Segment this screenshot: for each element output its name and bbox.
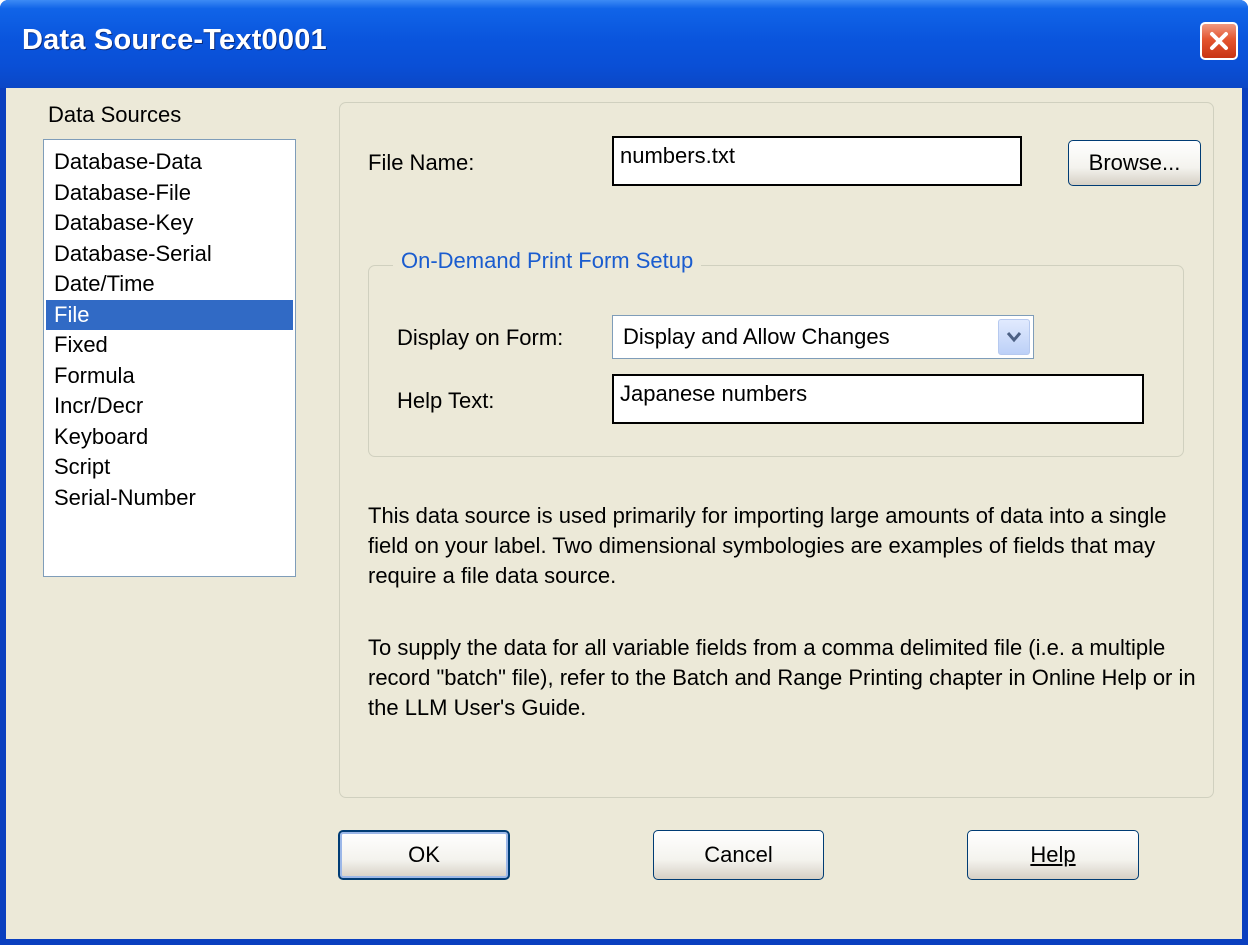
data-sources-label: Data Sources <box>48 102 182 127</box>
file-name-label: File Name: <box>368 150 475 175</box>
source-item-fixed[interactable]: Fixed <box>46 330 293 361</box>
source-item-keyboard[interactable]: Keyboard <box>46 422 293 453</box>
source-item-script[interactable]: Script <box>46 452 293 483</box>
source-item-file[interactable]: File <box>46 299 293 330</box>
source-item-date-time[interactable]: Date/Time <box>46 269 293 300</box>
display-on-form-value: Display and Allow Changes <box>623 324 890 349</box>
source-item-database-serial[interactable]: Database-Serial <box>46 239 293 270</box>
help-text-field[interactable]: Japanese numbers <box>612 374 1144 424</box>
dialog-client-area: Data Sources Database-Data Database-File… <box>6 88 1242 939</box>
display-on-form-label: Display on Form: <box>397 325 564 350</box>
dropdown-arrow-button[interactable] <box>998 319 1030 355</box>
description-paragraph-2: To supply the data for all variable fiel… <box>368 635 1196 720</box>
on-demand-groupbox: On-Demand Print Form Setup Display on Fo… <box>368 248 1184 457</box>
file-name-field[interactable]: numbers.txt <box>612 136 1022 186</box>
title-bar[interactable]: Data Source-Text0001 <box>0 0 1248 88</box>
data-sources-list[interactable]: Database-Data Database-File Database-Key… <box>43 139 296 577</box>
ok-button[interactable]: OK <box>338 830 510 880</box>
close-button[interactable] <box>1200 22 1238 60</box>
source-item-database-data[interactable]: Database-Data <box>46 147 293 178</box>
display-on-form-dropdown[interactable]: Display and Allow Changes <box>612 315 1034 359</box>
description-paragraph-1: This data source is used primarily for i… <box>368 503 1167 588</box>
help-button[interactable]: Help <box>967 830 1139 880</box>
source-item-database-key[interactable]: Database-Key <box>46 208 293 239</box>
source-settings-panel: File Name: numbers.txt Browse... On-Dema… <box>339 102 1214 798</box>
close-icon <box>1210 32 1228 50</box>
browse-button[interactable]: Browse... <box>1068 140 1201 186</box>
dialog-window: Data Source-Text0001 Data Sources Databa… <box>0 0 1248 945</box>
chevron-down-icon <box>1006 332 1022 343</box>
on-demand-group-title: On-Demand Print Form Setup <box>393 248 702 274</box>
cancel-button[interactable]: Cancel <box>653 830 824 880</box>
window-title: Data Source-Text0001 <box>22 24 327 56</box>
help-text-label: Help Text: <box>397 388 495 413</box>
source-item-database-file[interactable]: Database-File <box>46 178 293 209</box>
source-item-formula[interactable]: Formula <box>46 361 293 392</box>
source-item-serial-number[interactable]: Serial-Number <box>46 483 293 514</box>
source-item-incr-decr[interactable]: Incr/Decr <box>46 391 293 422</box>
